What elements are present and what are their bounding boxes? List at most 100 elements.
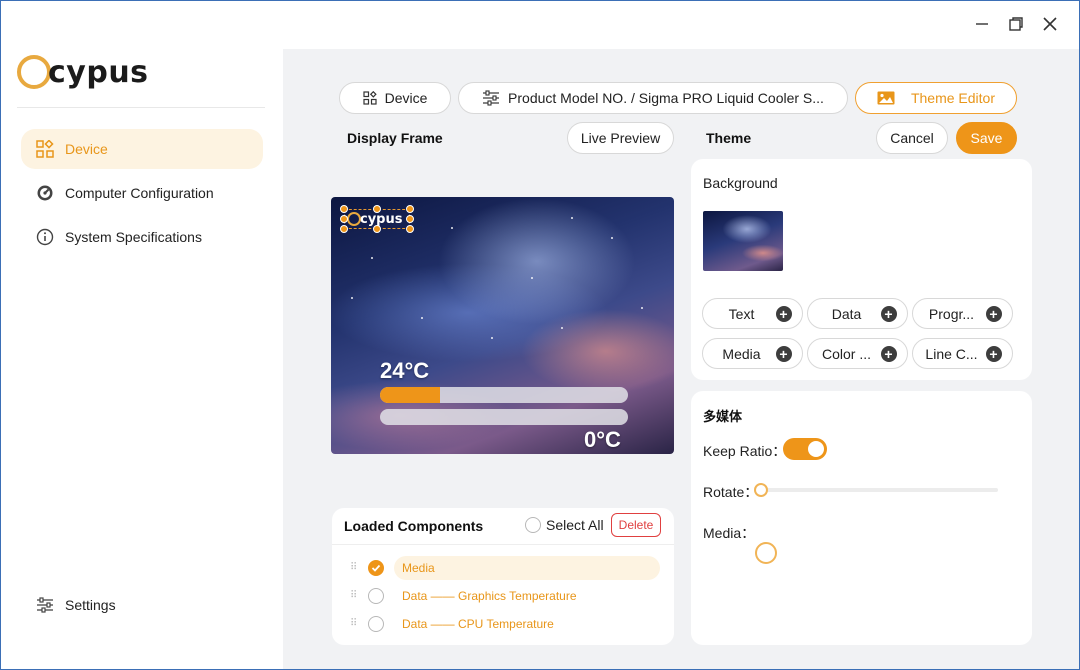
close-button[interactable] xyxy=(1034,9,1066,39)
resize-handle[interactable] xyxy=(340,205,348,213)
add-button-label: Color ... xyxy=(821,345,871,362)
rotate-slider-track[interactable] xyxy=(761,488,998,492)
sliders-icon xyxy=(482,90,500,106)
display-preview[interactable]: cypus 24°C 0°C xyxy=(331,197,674,454)
title-bar xyxy=(1,1,1079,49)
plus-icon: + xyxy=(985,345,1002,362)
media-picker[interactable] xyxy=(755,542,777,564)
panel-divider xyxy=(332,544,674,545)
resize-handle[interactable] xyxy=(373,225,381,233)
star xyxy=(641,307,643,309)
keep-ratio-toggle[interactable] xyxy=(783,438,827,460)
component-row[interactable]: ⠿ Data —— Graphics Temperature xyxy=(350,584,660,608)
preview-temperature-2: 0°C xyxy=(584,427,621,452)
minimize-icon xyxy=(976,23,988,25)
add-line-chart-button[interactable]: Line C... + xyxy=(912,338,1013,369)
cancel-button[interactable]: Cancel xyxy=(876,122,948,154)
sidebar-item-label: Settings xyxy=(65,597,116,613)
preview-progress-bar-2 xyxy=(380,409,628,425)
plus-icon: + xyxy=(775,345,792,362)
resize-handle[interactable] xyxy=(340,225,348,233)
select-all-toggle[interactable]: Select All xyxy=(525,517,604,533)
star xyxy=(531,277,533,279)
theme-title: Theme xyxy=(706,130,752,146)
background-thumbnail[interactable] xyxy=(703,211,783,271)
progress-fill xyxy=(380,387,440,403)
add-data-button[interactable]: Data + xyxy=(807,298,908,329)
drag-handle-icon[interactable]: ⠿ xyxy=(350,619,360,629)
plus-icon: + xyxy=(775,305,792,322)
star xyxy=(491,337,493,339)
sidebar-item-label: Device xyxy=(65,141,108,157)
rotate-slider-knob[interactable] xyxy=(754,483,768,497)
breadcrumb-product[interactable]: Product Model NO. / Sigma PRO Liquid Coo… xyxy=(458,82,848,114)
sidebar-item-settings[interactable]: Settings xyxy=(21,585,263,625)
add-button-label: Text xyxy=(728,305,755,322)
add-button-label: Line C... xyxy=(925,345,978,362)
drag-handle-icon[interactable]: ⠿ xyxy=(350,591,360,601)
restore-button[interactable] xyxy=(1000,9,1032,39)
resize-handle[interactable] xyxy=(406,215,414,223)
live-preview-button[interactable]: Live Preview xyxy=(567,122,674,154)
add-media-button[interactable]: Media + xyxy=(702,338,803,369)
component-row[interactable]: ⠿ Media xyxy=(350,556,660,580)
component-row[interactable]: ⠿ Data —— CPU Temperature xyxy=(350,612,660,636)
restore-icon xyxy=(1009,17,1023,31)
checkbox[interactable] xyxy=(368,588,384,604)
sidebar-item-system-specifications[interactable]: System Specifications xyxy=(21,217,263,257)
plus-icon: + xyxy=(985,305,1002,322)
add-button-label: Data xyxy=(831,305,862,322)
rotate-label: Rotate： xyxy=(703,484,759,500)
sliders-icon xyxy=(35,595,55,615)
resize-handle[interactable] xyxy=(406,225,414,233)
grid-icon xyxy=(35,139,55,159)
star xyxy=(611,237,613,239)
plus-icon: + xyxy=(880,305,897,322)
display-frame-title: Display Frame xyxy=(347,130,443,146)
star xyxy=(421,317,423,319)
resize-handle[interactable] xyxy=(340,215,348,223)
brand-logo: cypus xyxy=(17,50,149,94)
star xyxy=(451,227,453,229)
resize-handle[interactable] xyxy=(406,205,414,213)
component-label: Data —— CPU Temperature xyxy=(402,617,554,631)
properties-panel: 多媒体 Keep Ratio： Rotate： Media： xyxy=(691,391,1032,645)
delete-button[interactable]: Delete xyxy=(611,513,661,537)
sidebar-divider xyxy=(17,107,265,108)
loaded-components-panel: Loaded Components Select All Delete ⠿ Me… xyxy=(332,508,674,645)
add-text-button[interactable]: Text + xyxy=(702,298,803,329)
checkbox[interactable] xyxy=(368,616,384,632)
select-all-label: Select All xyxy=(546,517,604,533)
star xyxy=(351,297,353,299)
logo-text: cypus xyxy=(48,54,149,90)
breadcrumb-theme-editor[interactable]: Theme Editor xyxy=(855,82,1017,114)
main-content: Device Product Model NO. / Sigma PRO Liq… xyxy=(283,49,1079,669)
sidebar-item-device[interactable]: Device xyxy=(21,129,263,169)
add-button-label: Media xyxy=(722,345,761,362)
preview-logo-text: cypus xyxy=(360,211,403,227)
select-all-radio[interactable] xyxy=(525,517,541,533)
save-button[interactable]: Save xyxy=(956,122,1017,154)
add-progress-button[interactable]: Progr... + xyxy=(912,298,1013,329)
checkbox-checked[interactable] xyxy=(368,560,384,576)
component-label: Data —— Graphics Temperature xyxy=(402,589,577,603)
gauge-icon xyxy=(35,183,55,203)
sidebar-item-computer-configuration[interactable]: Computer Configuration xyxy=(21,173,263,213)
add-color-button[interactable]: Color ... + xyxy=(807,338,908,369)
media-label: Media： xyxy=(703,525,756,541)
add-button-label: Progr... xyxy=(928,305,975,322)
star xyxy=(571,217,573,219)
breadcrumb-theme-editor-label: Theme Editor xyxy=(910,90,996,106)
drag-handle-icon[interactable]: ⠿ xyxy=(350,563,360,573)
grid-icon xyxy=(362,91,377,105)
breadcrumb-device[interactable]: Device xyxy=(339,82,451,114)
minimize-button[interactable] xyxy=(966,9,998,39)
background-label: Background xyxy=(703,175,778,191)
resize-handle[interactable] xyxy=(373,205,381,213)
toggle-knob xyxy=(808,441,824,457)
preview-progress-bar-1 xyxy=(380,387,628,403)
sidebar-item-label: System Specifications xyxy=(65,229,202,245)
keep-ratio-label: Keep Ratio： xyxy=(703,443,787,459)
properties-section-title: 多媒体 xyxy=(703,410,743,425)
star xyxy=(371,257,373,259)
